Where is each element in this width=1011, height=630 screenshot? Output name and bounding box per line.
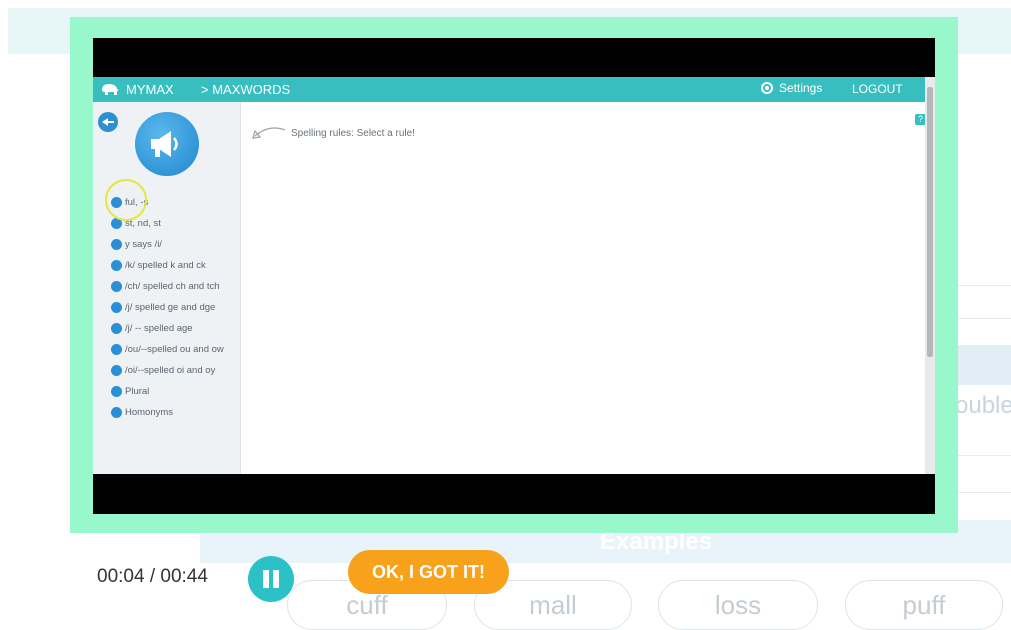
rule-item[interactable]: Plural (111, 386, 236, 397)
tutorial-video[interactable]: MYMAX > MAXWORDS Settings LOGOUT ful, -s… (93, 38, 935, 514)
elephant-logo-icon (102, 84, 119, 95)
rule-item[interactable]: /ou/--spelled ou and ow (111, 344, 236, 355)
rule-item[interactable]: y says /i/ (111, 239, 236, 250)
rule-item[interactable]: /k/ spelled k and ck (111, 260, 236, 271)
video-time-display: 00:04 / 00:44 (97, 566, 208, 587)
scroll-thumb[interactable] (927, 87, 933, 357)
settings-link[interactable]: Settings (761, 81, 822, 95)
rule-item[interactable]: /ch/ spelled ch and tch (111, 281, 236, 292)
rule-item[interactable]: /j/ spelled ge and dge (111, 302, 236, 313)
rules-sidebar: ful, -s st, nd, st y says /i/ /k/ spelle… (93, 102, 241, 474)
ok-got-it-button[interactable]: OK, I GOT IT! (348, 550, 509, 594)
rule-content-area: Spelling rules: Select a rule! ? (241, 102, 926, 474)
curved-arrow-icon (252, 127, 286, 139)
logout-link[interactable]: LOGOUT (852, 82, 903, 96)
bullet-icon (111, 323, 122, 334)
bullet-icon (111, 344, 122, 355)
breadcrumb-mymax[interactable]: MYMAX (126, 82, 174, 97)
rule-prompt: Spelling rules: Select a rule! (291, 128, 415, 139)
breadcrumb-maxwords[interactable]: > MAXWORDS (201, 82, 290, 97)
background-band (958, 345, 1011, 385)
bullet-icon (111, 386, 122, 397)
bullet-icon (111, 281, 122, 292)
gear-icon (761, 82, 773, 94)
scrollbar[interactable] (925, 77, 935, 474)
rules-list: ful, -s st, nd, st y says /i/ /k/ spelle… (111, 197, 236, 428)
rule-item[interactable]: /oi/--spelled oi and oy (111, 365, 236, 376)
video-app-screen: MYMAX > MAXWORDS Settings LOGOUT ful, -s… (93, 77, 935, 474)
example-word-pill[interactable]: loss (658, 580, 818, 630)
example-word-pill[interactable]: puff (845, 580, 1003, 630)
settings-label: Settings (779, 81, 823, 95)
bullet-icon (111, 239, 122, 250)
bullet-icon (111, 365, 122, 376)
bullet-icon (111, 407, 122, 418)
rule-item[interactable]: /j/ -- spelled age (111, 323, 236, 334)
bullet-icon (111, 302, 122, 313)
cursor-highlight (105, 179, 147, 221)
background-word: ouble (955, 392, 1011, 419)
pause-icon[interactable] (248, 556, 294, 602)
bullet-icon (111, 260, 122, 271)
app-nav-bar: MYMAX > MAXWORDS Settings LOGOUT (93, 77, 935, 102)
back-arrow-icon[interactable] (98, 112, 118, 132)
rule-item[interactable]: Homonyms (111, 407, 236, 418)
megaphone-icon (135, 112, 199, 176)
